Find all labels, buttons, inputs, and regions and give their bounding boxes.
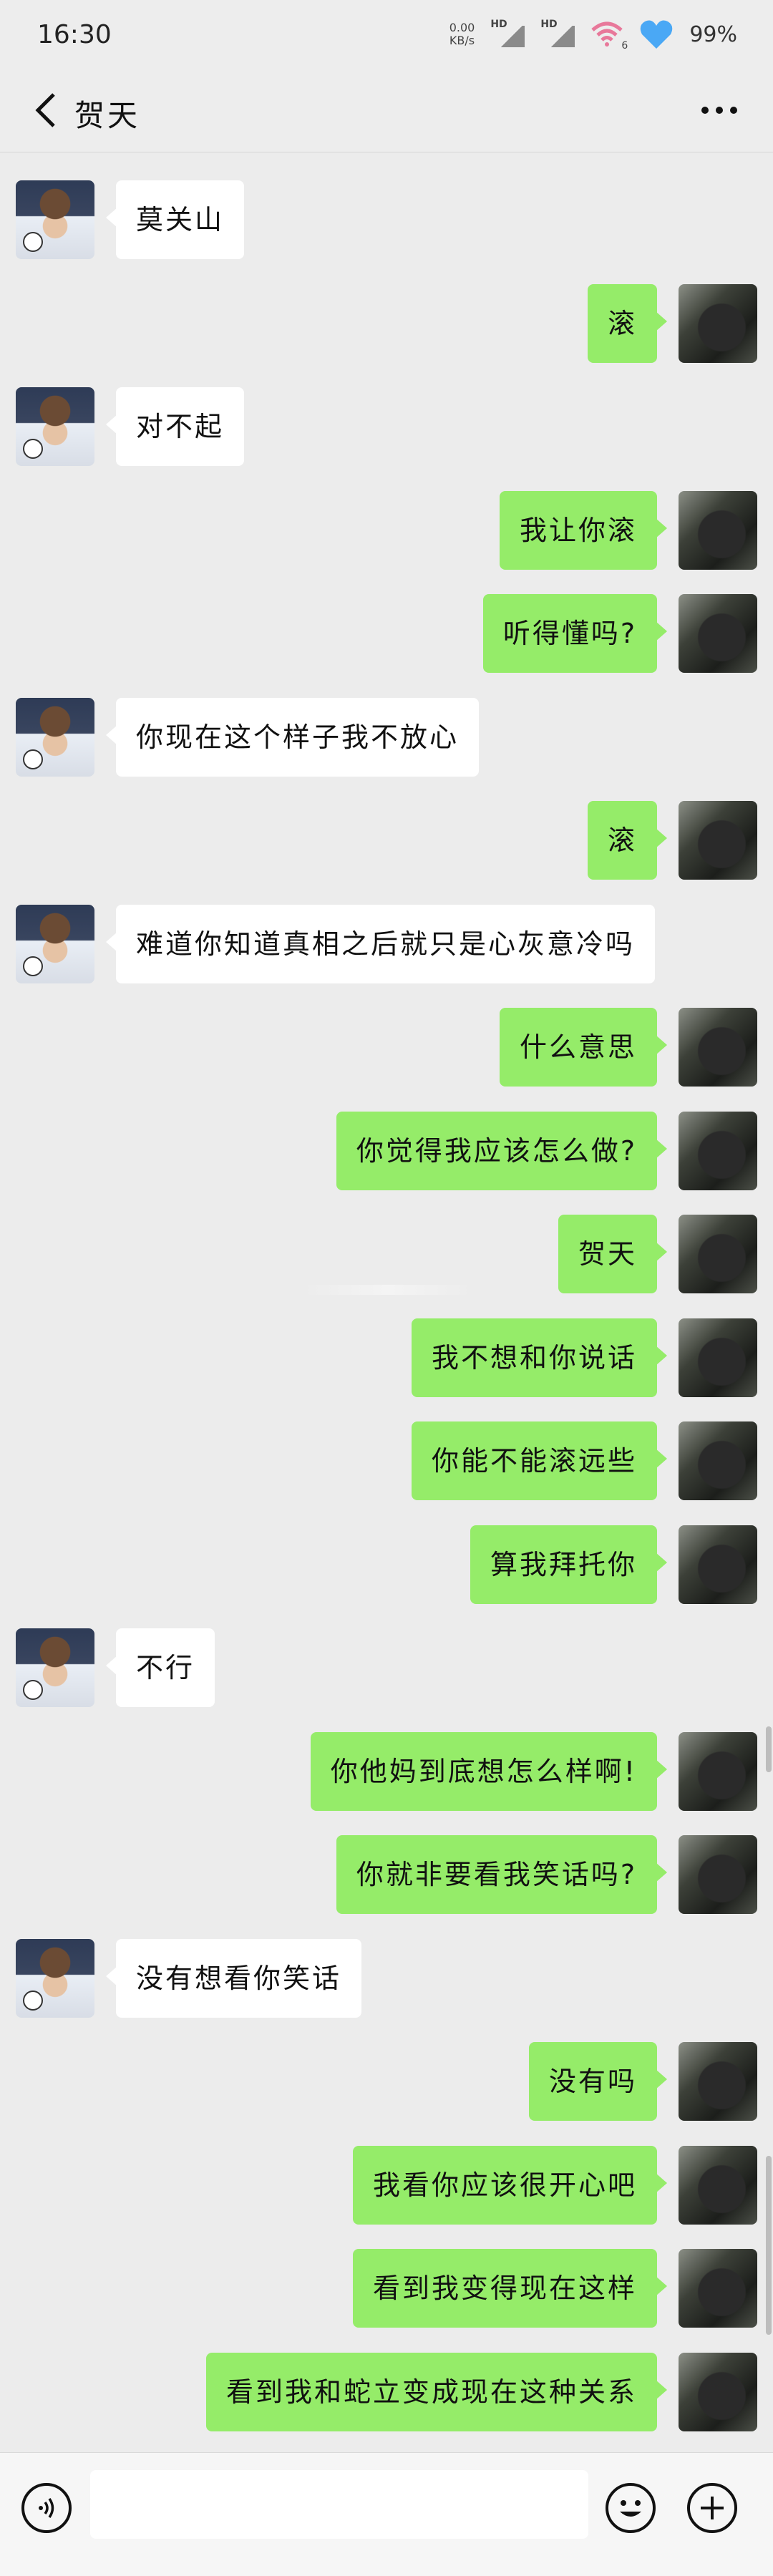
my-avatar[interactable] — [679, 284, 757, 363]
contact-avatar[interactable] — [16, 698, 94, 777]
my-avatar[interactable] — [679, 1215, 757, 1293]
contact-avatar[interactable] — [16, 180, 94, 259]
my-avatar[interactable] — [679, 1008, 757, 1087]
contact-avatar[interactable] — [16, 1939, 94, 2018]
sent-message: 你能不能滚远些 — [0, 1421, 773, 1502]
voice-icon — [39, 2498, 54, 2518]
message-bubble[interactable]: 看到我变得现在这样 — [352, 2249, 668, 2328]
my-avatar[interactable] — [679, 2353, 757, 2431]
message-list[interactable]: 莫关山滚对不起 我让你滚 听得懂吗? 你现在这个样子我不放心滚难道你知道真相之后就只是… — [0, 152, 773, 2442]
my-avatar[interactable] — [679, 1732, 757, 1811]
my-avatar[interactable] — [679, 491, 757, 570]
message-bubble[interactable]: 滚 — [587, 801, 668, 880]
sent-message: 算我拜托你 — [0, 1525, 773, 1605]
message-bubble[interactable]: 没有吗 — [528, 2042, 668, 2121]
my-avatar[interactable] — [679, 801, 757, 880]
contact-avatar[interactable] — [16, 387, 94, 466]
message-bubble[interactable]: 你他妈到底想怎么样啊! — [310, 1732, 668, 1811]
sent-message: 没有吗 — [0, 2042, 773, 2122]
received-message: 你现在这个样子我不放心 — [0, 698, 773, 778]
sent-message: 看到我变得现在这样 — [0, 2249, 773, 2329]
voice-button[interactable] — [21, 2483, 72, 2533]
sent-message: 我不想和你说话 — [0, 1318, 773, 1399]
received-message: 没有想看你笑话 — [0, 1939, 773, 2019]
message-bubble[interactable]: 你能不能滚远些 — [411, 1421, 668, 1500]
my-avatar[interactable] — [679, 594, 757, 673]
message-bubble[interactable]: 难道你知道真相之后就只是心灰意冷吗 — [105, 905, 656, 983]
message-bubble[interactable]: 滚 — [587, 284, 668, 363]
status-icons: 0.00 KB/s HD HD 6 99% — [449, 19, 737, 52]
more-button[interactable] — [694, 90, 744, 130]
battery-percent: 99% — [689, 21, 737, 47]
my-avatar[interactable] — [679, 1525, 757, 1604]
network-speed-value: 0.00 — [449, 21, 475, 34]
message-bubble[interactable]: 贺天 — [558, 1215, 668, 1293]
input-bar — [0, 2452, 773, 2576]
my-avatar[interactable] — [679, 1318, 757, 1397]
message-bubble[interactable]: 听得懂吗? — [482, 594, 668, 673]
message-bubble[interactable]: 莫关山 — [105, 180, 245, 259]
status-bar: 16:30 0.00 KB/s HD HD 6 99% — [0, 0, 773, 69]
emoji-icon — [620, 2500, 641, 2517]
my-avatar[interactable] — [679, 1835, 757, 1914]
received-message: 对不起 — [0, 387, 773, 467]
received-message: 莫关山 — [0, 180, 773, 261]
sent-message: 听得懂吗? — [0, 594, 773, 674]
signal-1-icon: HD — [490, 19, 525, 49]
sent-message: 你他妈到底想怎么样啊! — [0, 1732, 773, 1812]
received-message: 不行 — [0, 1628, 773, 1709]
wifi-icon: 6 — [590, 20, 628, 52]
sent-message: 贺天 — [0, 1215, 773, 1295]
more-dots-icon — [701, 107, 709, 114]
plus-icon — [701, 2497, 724, 2519]
message-bubble[interactable]: 对不起 — [105, 387, 245, 466]
emoji-button[interactable] — [606, 2483, 656, 2533]
my-avatar[interactable] — [679, 2146, 757, 2225]
signal-2-icon: HD — [540, 19, 575, 49]
sent-message: 你觉得我应该怎么做? — [0, 1112, 773, 1192]
watermark — [302, 1285, 474, 1295]
network-speed: 0.00 KB/s — [449, 21, 475, 47]
message-bubble[interactable]: 不行 — [105, 1628, 215, 1707]
wifi-label: 6 — [621, 40, 628, 52]
network-speed-unit: KB/s — [449, 34, 475, 47]
chat-header: 贺天 — [0, 69, 773, 152]
message-input[interactable] — [90, 2470, 588, 2539]
contact-avatar[interactable] — [16, 1628, 94, 1707]
my-avatar[interactable] — [679, 2042, 757, 2121]
received-message: 难道你知道真相之后就只是心灰意冷吗 — [0, 905, 773, 985]
back-button[interactable] — [26, 89, 66, 132]
message-bubble[interactable]: 什么意思 — [499, 1008, 668, 1087]
chat-title: 贺天 — [74, 98, 141, 133]
sent-message: 什么意思 — [0, 1008, 773, 1088]
message-bubble[interactable]: 你现在这个样子我不放心 — [105, 698, 480, 777]
message-bubble[interactable]: 看到我和蛇立变成现在这种关系 — [205, 2353, 668, 2431]
chevron-left-icon — [35, 93, 55, 127]
sent-message: 你就非要看我笑话吗? — [0, 1835, 773, 1915]
message-bubble[interactable]: 算我拜托你 — [470, 1525, 668, 1604]
status-time: 16:30 — [37, 20, 112, 49]
sent-message: 我看你应该很开心吧 — [0, 2146, 773, 2226]
sent-message: 看到我和蛇立变成现在这种关系 — [0, 2353, 773, 2433]
sent-message: 滚 — [0, 284, 773, 364]
plus-button[interactable] — [687, 2483, 737, 2533]
contact-avatar[interactable] — [16, 905, 94, 983]
message-bubble[interactable]: 我不想和你说话 — [411, 1318, 668, 1397]
message-bubble[interactable]: 没有想看你笑话 — [105, 1939, 362, 2018]
message-bubble[interactable]: 你就非要看我笑话吗? — [336, 1835, 668, 1914]
my-avatar[interactable] — [679, 2249, 757, 2328]
sent-message: 我让你滚 — [0, 491, 773, 571]
heart-battery-icon — [639, 19, 674, 50]
message-bubble[interactable]: 你觉得我应该怎么做? — [336, 1112, 668, 1190]
my-avatar[interactable] — [679, 1112, 757, 1190]
sent-message: 滚 — [0, 801, 773, 881]
message-bubble[interactable]: 我让你滚 — [499, 491, 668, 570]
message-bubble[interactable]: 我看你应该很开心吧 — [352, 2146, 668, 2225]
my-avatar[interactable] — [679, 1421, 757, 1500]
scrollbar-lower[interactable] — [766, 2156, 772, 2335]
scrollbar-upper[interactable] — [766, 1726, 772, 1772]
